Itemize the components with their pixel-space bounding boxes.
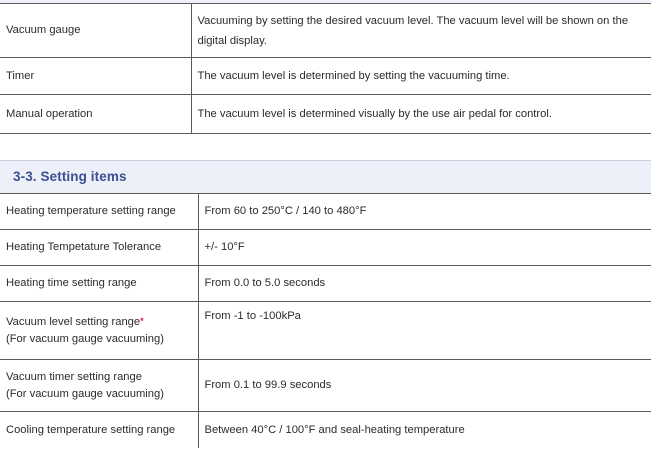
setting-value: From -1 to -100kPa [197,301,651,360]
setting-label: Heating time setting range [0,265,199,302]
setting-label-note: (For vacuum gauge vacuuming) [6,332,164,345]
table-row: Timer The vacuum level is determined by … [0,57,651,95]
table-row: Vacuum timer setting range (For vacuum g… [0,359,651,412]
method-description: Vacuuming by setting the desired vacuum … [190,3,651,58]
method-description: The vacuum level is determined visually … [190,94,651,134]
table-row: Heating temperature setting range From 6… [0,193,651,230]
setting-label: Cooling temperature setting range [0,411,199,448]
table-row: Heating time setting range From 0.0 to 5… [0,265,651,302]
vacuum-method-table: Vacuum gauge Vacuuming by setting the de… [0,3,651,134]
setting-label: Heating temperature setting range [0,193,199,230]
method-label: Timer [0,57,192,95]
setting-label-cell: Vacuum timer setting range (For vacuum g… [0,359,199,412]
setting-label: Vacuum timer setting range [6,370,142,383]
setting-label: Heating Tempetature Tolerance [0,229,199,266]
setting-value: From 60 to 250°C / 140 to 480°F [197,193,651,230]
setting-label: Vacuum level setting range [6,315,141,328]
footnote-asterisk: * [140,315,144,326]
method-description: The vacuum level is determined by settin… [190,57,651,95]
setting-items-table: Heating temperature setting range From 6… [0,193,651,448]
method-label: Manual operation [0,94,192,134]
section-title: 3-3. Setting items [13,169,127,184]
setting-value: +/- 10°F [197,229,651,266]
setting-label-cell: Vacuum level setting range* (For vacuum … [0,301,199,360]
section-header: 3-3. Setting items [0,160,651,194]
setting-label-note: (For vacuum gauge vacuuming) [6,387,164,400]
table-row: Heating Tempetature Tolerance +/- 10°F [0,229,651,266]
table-row: Vacuum gauge Vacuuming by setting the de… [0,3,651,58]
table-row: Cooling temperature setting range Betwee… [0,411,651,448]
setting-value: Between 40°C / 100°F and seal-heating te… [197,411,651,448]
setting-value: From 0.1 to 99.9 seconds [197,359,651,412]
table-row: Manual operation The vacuum level is det… [0,94,651,134]
document-page: Vacuum gauge Vacuuming by setting the de… [0,0,651,461]
setting-value: From 0.0 to 5.0 seconds [197,265,651,302]
method-label: Vacuum gauge [0,3,192,58]
table-row: Vacuum level setting range* (For vacuum … [0,301,651,360]
